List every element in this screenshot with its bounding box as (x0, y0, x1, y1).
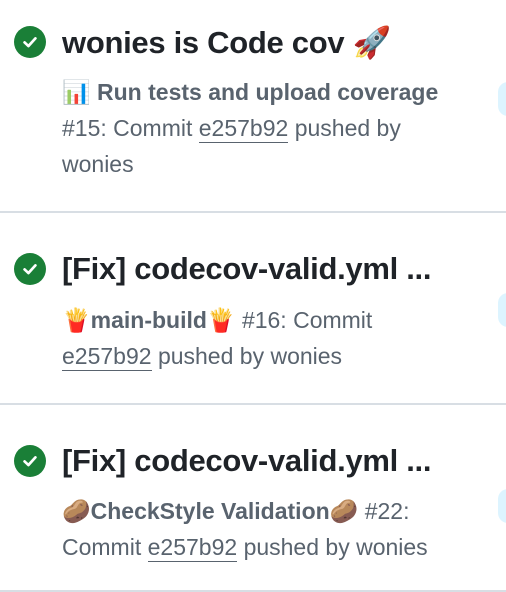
check-circle-icon (14, 445, 46, 477)
branch-badge[interactable] (498, 489, 506, 523)
run-title-link[interactable]: [Fix] codecov-valid.yml ... (62, 251, 496, 287)
workflow-name: 🍟main-build🍟 (62, 307, 236, 333)
run-title-link[interactable]: wonies is Code cov 🚀 (62, 24, 496, 61)
commit-sha-link[interactable]: e257b92 (147, 534, 238, 562)
branch-badge[interactable] (498, 82, 506, 116)
workflow-run-item[interactable]: wonies is Code cov 🚀 📊 Run tests and upl… (0, 0, 506, 213)
workflow-name: 🥔CheckStyle Validation🥔 (62, 498, 359, 524)
pushed-by-text: pushed by wonies (243, 534, 428, 560)
run-number-cont: Commit (62, 534, 142, 560)
run-number: #22: (364, 498, 410, 524)
run-meta: 📊 Run tests and upload coverage #15: Com… (62, 74, 472, 182)
check-circle-icon (14, 26, 46, 58)
run-number: #15: Commit (62, 115, 193, 141)
check-circle-icon (14, 253, 46, 285)
run-meta: 🥔CheckStyle Validation🥔 #22: Commit e257… (62, 493, 472, 565)
pushed-by-text: pushed by wonies (157, 343, 343, 369)
workflow-name: 📊 Run tests and upload coverage (62, 79, 439, 105)
run-meta: 🍟main-build🍟 #16: Commit e257b92 pushed … (62, 302, 472, 374)
run-number: #16: Commit (241, 307, 373, 333)
workflow-run-item[interactable]: [Fix] codecov-valid.yml ... 🥔CheckStyle … (0, 405, 506, 592)
commit-sha-link[interactable]: e257b92 (62, 343, 152, 371)
commit-sha-link[interactable]: e257b92 (198, 115, 289, 143)
run-title-link[interactable]: [Fix] codecov-valid.yml ... (62, 443, 496, 479)
workflow-run-item[interactable]: [Fix] codecov-valid.yml ... 🍟main-build🍟… (0, 213, 506, 405)
branch-badge[interactable] (498, 293, 506, 327)
